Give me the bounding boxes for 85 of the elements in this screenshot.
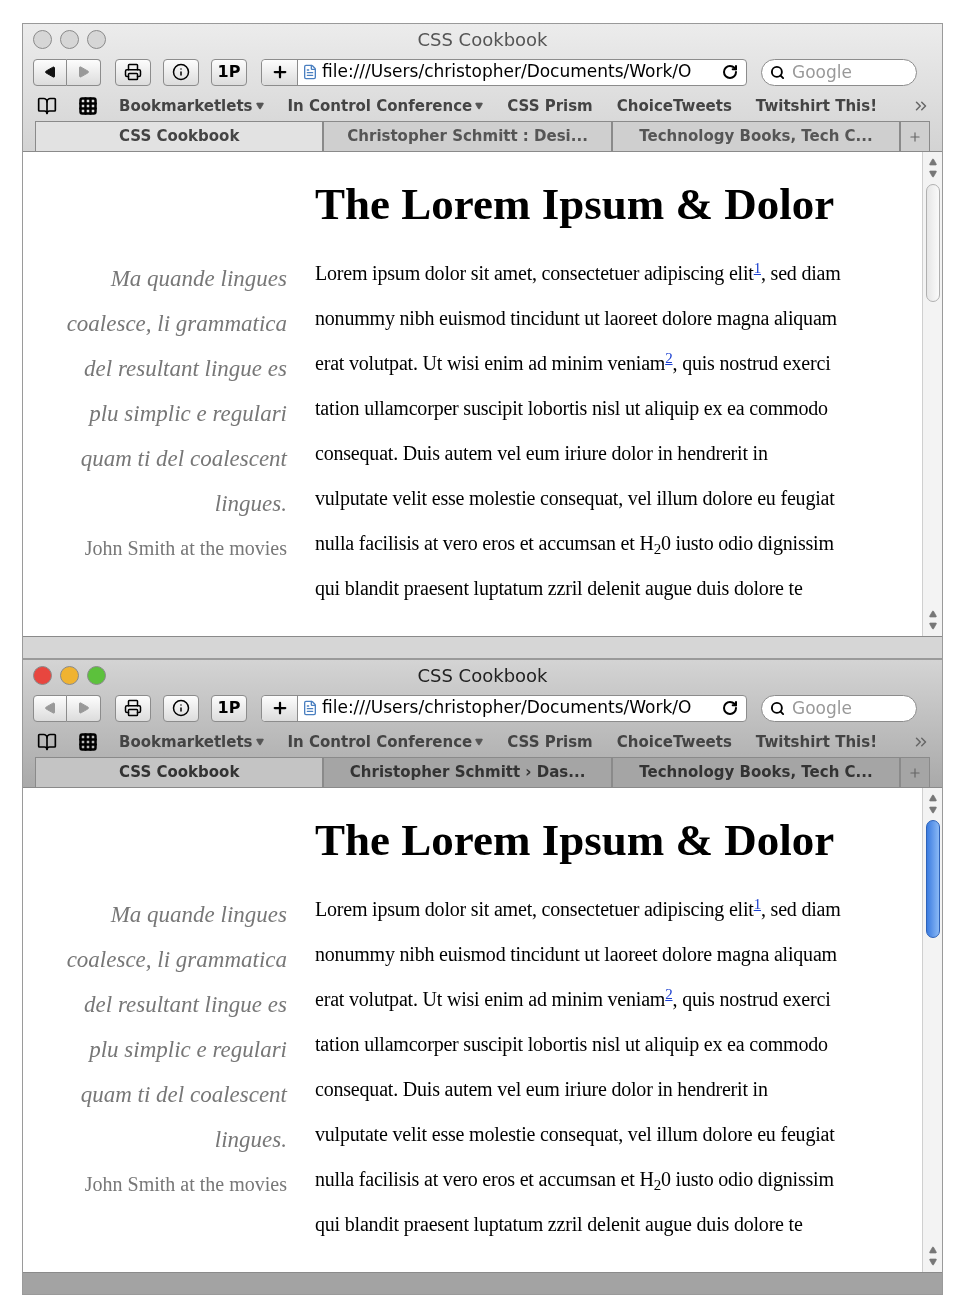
page-icon — [302, 64, 318, 80]
back-icon — [44, 66, 56, 78]
print-button[interactable] — [115, 58, 151, 86]
article-heading: The Lorem Ipsum & Dolor — [315, 182, 836, 227]
browser-tab[interactable]: CSS Cookbook — [35, 121, 324, 151]
bookmark-item[interactable]: Bookmarketlets — [119, 730, 264, 754]
browser-tab[interactable]: Christopher Schmitt : Desi... — [323, 121, 612, 151]
window-title: CSS Cookbook — [417, 27, 548, 52]
plus-icon — [908, 129, 923, 144]
scroll-down-icon[interactable] — [928, 1258, 937, 1266]
scroll-up-icon[interactable] — [928, 610, 937, 618]
zoom-button[interactable] — [87, 665, 106, 685]
grid-icon[interactable] — [77, 96, 99, 116]
bookmark-item[interactable]: Twitshirt This! — [755, 730, 877, 754]
bookmark-item[interactable]: ChoiceTweets — [616, 94, 732, 118]
back-button[interactable] — [33, 58, 67, 86]
search-icon — [770, 700, 785, 716]
scrollbar[interactable] — [922, 152, 942, 636]
scrollbar[interactable] — [922, 788, 942, 1272]
url-text: file:///Users/christopher/Documents/Work/O — [322, 696, 693, 720]
info-icon — [172, 63, 190, 81]
address-field[interactable]: file:///Users/christopher/Documents/Work/O — [261, 694, 747, 722]
pull-quote: Ma quande lingues coalesce, li grammatica del resultant lingue es plu simplic e regulari quam ti del coalescent lingues. — [66, 265, 287, 518]
book-icon[interactable] — [35, 96, 59, 116]
forward-button[interactable] — [67, 694, 101, 722]
reload-icon[interactable] — [722, 64, 738, 80]
plus-icon — [908, 765, 923, 780]
dropdown-icon — [255, 102, 264, 110]
password-button[interactable]: 1P — [211, 58, 247, 86]
grid-icon[interactable] — [77, 732, 99, 752]
password-button[interactable]: 1P — [211, 694, 247, 722]
scroll-up-icon[interactable] — [928, 158, 937, 166]
add-bookmark-button[interactable] — [262, 59, 298, 85]
dropdown-icon — [475, 738, 484, 746]
browser-tab[interactable]: Technology Books, Tech C... — [611, 757, 901, 787]
dropdown-icon — [255, 738, 264, 746]
minimize-button[interactable] — [60, 29, 79, 49]
scroll-down-icon[interactable] — [928, 170, 937, 178]
bookmark-item[interactable]: In Control Conference — [287, 730, 484, 754]
new-tab-button[interactable] — [900, 121, 930, 151]
printer-icon — [124, 699, 142, 717]
bookmark-item[interactable]: CSS Prism — [507, 94, 593, 118]
scroll-thumb[interactable] — [925, 820, 940, 938]
back-icon — [44, 702, 56, 714]
scroll-thumb[interactable] — [925, 184, 940, 302]
info-button[interactable] — [163, 694, 199, 722]
pull-quote: Ma quande lingues coalesce, li grammatica del resultant lingue es plu simplic e regulari quam ti del coalescent lingues. — [66, 901, 287, 1154]
search-field[interactable]: Google — [761, 58, 917, 86]
article-heading: The Lorem Ipsum & Dolor — [315, 818, 836, 863]
forward-icon — [77, 66, 90, 78]
address-field[interactable]: file:///Users/christopher/Documents/Work/O — [261, 58, 747, 86]
search-field[interactable]: Google — [761, 694, 917, 722]
bookmark-item[interactable]: CSS Prism — [507, 730, 593, 754]
search-icon — [770, 64, 785, 80]
quote-attribution: John Smith at the movies — [84, 1172, 287, 1197]
add-bookmark-button[interactable] — [262, 695, 298, 721]
print-button[interactable] — [115, 694, 151, 722]
bookmark-item[interactable]: Bookmarketlets — [119, 94, 264, 118]
scroll-up-icon[interactable] — [928, 1246, 937, 1254]
close-button[interactable] — [33, 665, 52, 685]
url-text: file:///Users/christopher/Documents/Work/O — [322, 60, 693, 84]
reload-icon[interactable] — [722, 700, 738, 716]
bookmark-item[interactable]: In Control Conference — [287, 94, 484, 118]
bookmark-item[interactable]: ChoiceTweets — [616, 730, 732, 754]
close-button[interactable] — [33, 29, 52, 49]
scroll-down-icon[interactable] — [928, 806, 937, 814]
quote-attribution: John Smith at the movies — [84, 536, 287, 561]
browser-tab[interactable]: Technology Books, Tech C... — [611, 121, 901, 151]
article-paragraph: Lorem ipsum dolor sit amet, consectetuer adipiscing elit$^{1}$, sed diam nonummy nibh euismod tincidunt ut laoreet dolore magna aliquam erat volutpat. Ut wisi enim ad minim veniam$^{2}$, quis nostrud exerci tation ullamcorper suscipit lobortis nisl ut aliquip ex ea commodo consequat. Duis autem vel eum iriure dolor in hendrerit in vulputate velit esse molestie consequat, vel illum dolore eu feugiat nulla facilisis at vero eros et accumsan et H$_{2}$0 iusto odio dignissim qui blandit praesent luptatum zzril delenit augue duis dolore te — [315, 894, 841, 1238]
book-icon[interactable] — [35, 732, 59, 752]
info-button[interactable] — [163, 58, 199, 86]
article-paragraph: Lorem ipsum dolor sit amet, consectetuer adipiscing elit$^{1}$, sed diam nonummy nibh euismod tincidunt ut laoreet dolore magna aliquam erat volutpat. Ut wisi enim ad minim veniam$^{2}$, quis nostrud exerci tation ullamcorper suscipit lobortis nisl ut aliquip ex ea commodo consequat. Duis autem vel eum iriure dolor in hendrerit in vulputate velit esse molestie consequat, vel illum dolore eu feugiat nulla facilisis at vero eros et accumsan et H$_{2}$0 iusto odio dignissim qui blandit praesent luptatum zzril delenit augue duis dolore te — [315, 258, 841, 602]
dropdown-icon — [475, 102, 484, 110]
info-icon — [172, 699, 190, 717]
printer-icon — [124, 63, 142, 81]
page-icon — [302, 700, 318, 716]
scroll-up-icon[interactable] — [928, 794, 937, 802]
minimize-button[interactable] — [60, 665, 79, 685]
window-title: CSS Cookbook — [417, 663, 548, 688]
browser-tab[interactable]: Christopher Schmitt › Das... — [323, 757, 612, 787]
forward-icon — [77, 702, 90, 714]
scroll-down-icon[interactable] — [928, 622, 937, 630]
browser-tab[interactable]: CSS Cookbook — [35, 757, 324, 787]
bookmark-item[interactable]: Twitshirt This! — [755, 94, 877, 118]
zoom-button[interactable] — [87, 29, 106, 49]
